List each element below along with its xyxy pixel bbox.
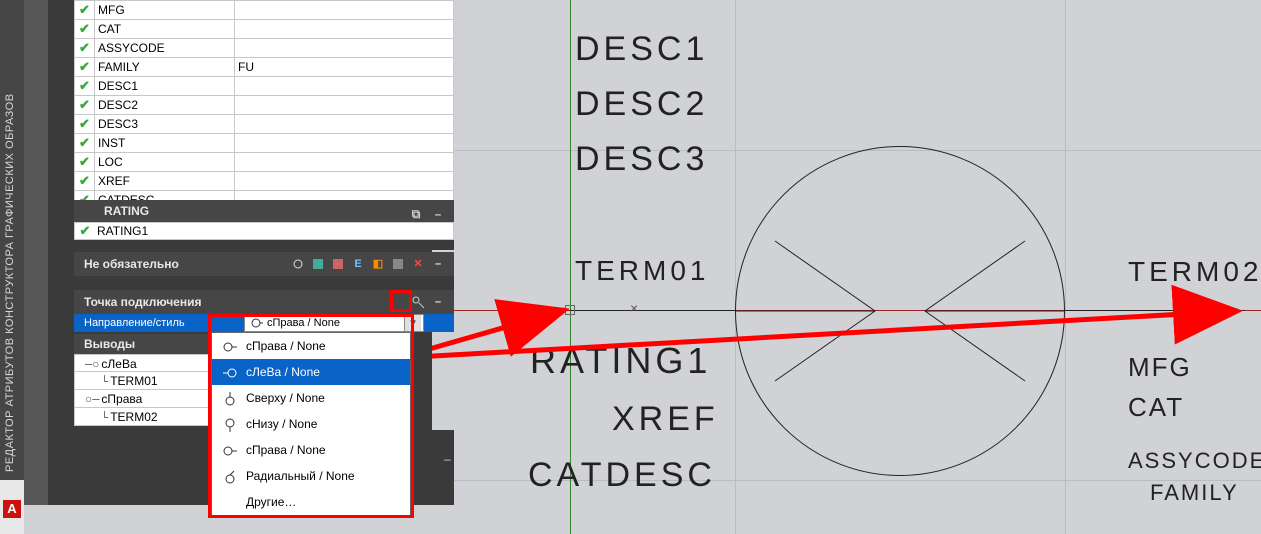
collapse-icon[interactable]: – bbox=[430, 203, 446, 219]
tool-icon[interactable] bbox=[310, 256, 326, 272]
section-header-optional[interactable]: Не обязательно E ◧ ✕ – bbox=[74, 252, 454, 276]
tool-icon[interactable] bbox=[290, 256, 306, 272]
table-row: ✔CAT bbox=[75, 20, 454, 39]
table-row: ✔MFG bbox=[75, 1, 454, 20]
check-icon: ✔ bbox=[79, 116, 90, 131]
palette-side-tab[interactable]: РЕДАКТОР АТРИБУТОВ КОНСТРУКТОРА ГРАФИЧЕС… bbox=[0, 0, 24, 480]
label-xref: XREF bbox=[612, 400, 719, 439]
table-row: ✔ASSYCODE bbox=[75, 39, 454, 58]
section-title: Выводы bbox=[84, 337, 135, 351]
tree-branch-icon: └ bbox=[101, 375, 108, 389]
section-title: RATING bbox=[104, 204, 149, 218]
check-icon: ✔ bbox=[79, 97, 90, 112]
label-cat: CAT bbox=[1128, 392, 1184, 423]
table-row: ✔LOC bbox=[75, 153, 454, 172]
table-row: ✔INST bbox=[75, 134, 454, 153]
highlight-box bbox=[208, 314, 414, 518]
tool-icon[interactable] bbox=[390, 256, 406, 272]
symbol-wire-right bbox=[1065, 310, 1245, 311]
table-row: ✔XREF bbox=[75, 172, 454, 191]
check-icon: ✔ bbox=[79, 173, 90, 188]
tool-icon[interactable]: ◧ bbox=[370, 256, 386, 272]
symbol-internals bbox=[735, 146, 1065, 476]
label-rating1: RATING1 bbox=[530, 340, 711, 382]
pick-icon[interactable]: ⧉ bbox=[408, 203, 424, 219]
endpoint-marker bbox=[565, 305, 575, 315]
check-icon: ✔ bbox=[80, 223, 91, 238]
check-icon: ✔ bbox=[79, 59, 90, 74]
check-icon: ✔ bbox=[79, 40, 90, 55]
tool-icon[interactable]: E bbox=[350, 256, 366, 272]
section-title: Не обязательно bbox=[84, 257, 179, 271]
side-below: A bbox=[0, 480, 24, 534]
table-row: ✔DESC2 bbox=[75, 96, 454, 115]
attributes-table[interactable]: ✔MFG ✔CAT ✔ASSYCODE ✔FAMILYFU ✔DESC1 ✔DE… bbox=[74, 0, 454, 210]
left-pin-icon: ─○ bbox=[85, 358, 99, 372]
right-pin-icon: ○─ bbox=[85, 393, 99, 407]
highlight-box bbox=[390, 290, 412, 312]
table-row: ✔ RATING1 bbox=[74, 222, 454, 240]
table-row: ✔DESC3 bbox=[75, 115, 454, 134]
table-row: ✔FAMILYFU bbox=[75, 58, 454, 77]
tree-branch-icon: └ bbox=[101, 411, 108, 425]
label-term01: TERM01 bbox=[575, 255, 709, 287]
section-title: Точка подключения bbox=[84, 295, 201, 309]
panel-gutter bbox=[24, 0, 48, 505]
collapse-icon[interactable]: – bbox=[444, 452, 451, 466]
table-row: ✔DESC1 bbox=[75, 77, 454, 96]
check-icon: ✔ bbox=[79, 135, 90, 150]
tool-icon[interactable] bbox=[330, 256, 346, 272]
section-header-rating[interactable]: RATING ⧉ – bbox=[74, 200, 454, 222]
add-connpoint-icon[interactable] bbox=[410, 294, 426, 310]
label-family: FAMILY bbox=[1150, 480, 1239, 506]
label-desc1: DESC1 bbox=[575, 30, 708, 69]
symbol-wire-left bbox=[570, 310, 735, 311]
check-icon: ✔ bbox=[79, 154, 90, 169]
label-mfg: MFG bbox=[1128, 352, 1192, 383]
collapse-icon[interactable]: – bbox=[430, 256, 446, 272]
label-desc2: DESC2 bbox=[575, 85, 708, 124]
x-marker: × bbox=[630, 300, 638, 316]
delete-icon[interactable]: ✕ bbox=[410, 256, 426, 272]
check-icon: ✔ bbox=[79, 21, 90, 36]
collapse-icon[interactable]: – bbox=[430, 294, 446, 310]
label-assycode: ASSYCODE bbox=[1128, 448, 1261, 474]
check-icon: ✔ bbox=[79, 2, 90, 17]
label-term02: TERM02 bbox=[1128, 256, 1261, 288]
label-desc3: DESC3 bbox=[575, 140, 708, 179]
label-catdesc: CATDESC bbox=[528, 456, 716, 495]
check-icon: ✔ bbox=[79, 78, 90, 93]
autocad-logo-icon: A bbox=[3, 500, 21, 518]
